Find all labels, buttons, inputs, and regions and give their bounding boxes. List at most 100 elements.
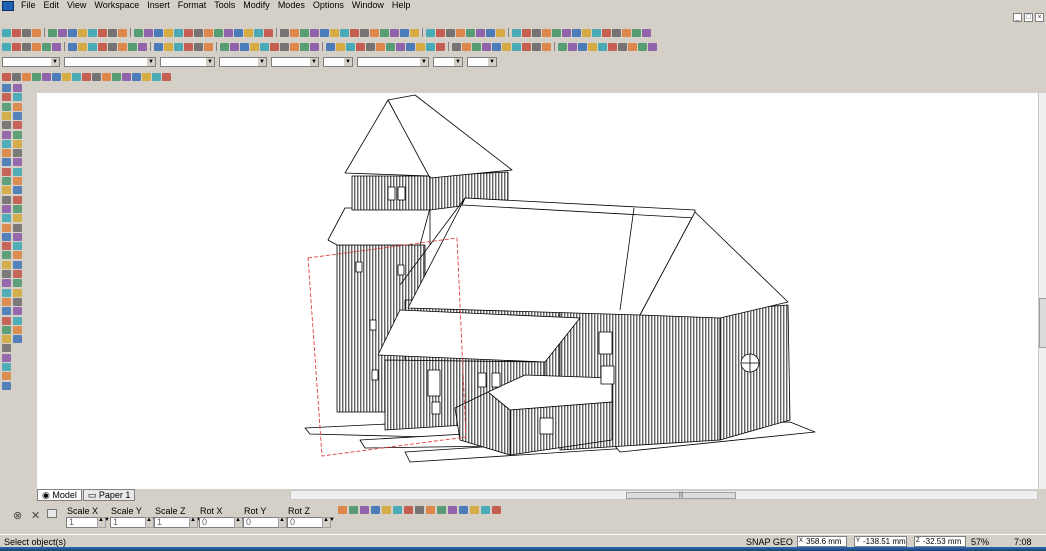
- extra-combo[interactable]: ▼: [467, 57, 497, 67]
- left-tool-icon[interactable]: [13, 242, 22, 251]
- left-tool-icon[interactable]: [2, 232, 11, 241]
- left-tool-icon[interactable]: [13, 121, 22, 130]
- left-tool-icon[interactable]: [13, 102, 22, 111]
- draw-tool-icon[interactable]: [204, 28, 213, 37]
- property-tool-icon[interactable]: [426, 506, 435, 514]
- snap-tool-icon[interactable]: [162, 72, 171, 81]
- property-tool-icon[interactable]: [448, 506, 457, 514]
- table-icon[interactable]: [47, 509, 57, 518]
- standard-tool-icon[interactable]: [32, 42, 41, 51]
- standard-tool-icon[interactable]: [128, 42, 137, 51]
- horizontal-scrollbar[interactable]: |||: [290, 490, 1038, 500]
- draw-tool-icon[interactable]: [224, 28, 233, 37]
- standard-tool-icon[interactable]: [598, 42, 607, 51]
- draw-tool-icon[interactable]: [532, 28, 541, 37]
- standard-tool-icon[interactable]: [118, 42, 127, 51]
- standard-tool-icon[interactable]: [184, 42, 193, 51]
- standard-tool-icon[interactable]: [558, 42, 567, 51]
- snap-tool-icon[interactable]: [142, 72, 151, 81]
- draw-tool-icon[interactable]: [592, 28, 601, 37]
- left-tool-icon[interactable]: [13, 297, 22, 306]
- draw-tool-icon[interactable]: [48, 28, 57, 37]
- standard-tool-icon[interactable]: [502, 42, 511, 51]
- left-tool-icon[interactable]: [13, 130, 22, 139]
- standard-tool-icon[interactable]: [2, 42, 11, 51]
- linescale-combo[interactable]: ▼: [271, 57, 319, 67]
- left-tool-icon[interactable]: [2, 279, 11, 288]
- draw-tool-icon[interactable]: [234, 28, 243, 37]
- standard-tool-icon[interactable]: [588, 42, 597, 51]
- standard-tool-icon[interactable]: [512, 42, 521, 51]
- draw-tool-icon[interactable]: [2, 28, 11, 37]
- left-tool-icon[interactable]: [13, 214, 22, 223]
- tab-paper-1[interactable]: ▭ Paper 1: [82, 489, 136, 501]
- property-tool-icon[interactable]: [371, 506, 380, 514]
- snap-mode-indicator[interactable]: SNAP GEO: [746, 537, 793, 547]
- menu-format[interactable]: Format: [174, 0, 211, 11]
- draw-tool-icon[interactable]: [582, 28, 591, 37]
- snap-tool-icon[interactable]: [32, 72, 41, 81]
- left-tool-icon[interactable]: [2, 223, 11, 232]
- draw-tool-icon[interactable]: [78, 28, 87, 37]
- scale-z-spinner[interactable]: ▲▼: [189, 517, 202, 528]
- draw-tool-icon[interactable]: [300, 28, 309, 37]
- draw-tool-icon[interactable]: [174, 28, 183, 37]
- rot-y-spinner[interactable]: ▲▼: [278, 517, 291, 528]
- drawing-canvas[interactable]: [37, 93, 1038, 489]
- left-tool-icon[interactable]: [2, 353, 11, 362]
- draw-tool-icon[interactable]: [612, 28, 621, 37]
- rot-z-spinner[interactable]: ▲▼: [322, 517, 335, 528]
- left-tool-icon[interactable]: [2, 372, 11, 381]
- property-tool-icon[interactable]: [437, 506, 446, 514]
- draw-tool-icon[interactable]: [194, 28, 203, 37]
- draw-tool-icon[interactable]: [552, 28, 561, 37]
- draw-tool-icon[interactable]: [184, 28, 193, 37]
- left-tool-icon[interactable]: [2, 130, 11, 139]
- draw-tool-icon[interactable]: [12, 28, 21, 37]
- property-tool-icon[interactable]: [349, 506, 358, 514]
- left-tool-icon[interactable]: [13, 325, 22, 334]
- draw-tool-icon[interactable]: [390, 28, 399, 37]
- left-tool-icon[interactable]: [2, 214, 11, 223]
- standard-tool-icon[interactable]: [578, 42, 587, 51]
- snap-tool-icon[interactable]: [102, 72, 111, 81]
- draw-tool-icon[interactable]: [446, 28, 455, 37]
- standard-tool-icon[interactable]: [472, 42, 481, 51]
- left-tool-icon[interactable]: [13, 288, 22, 297]
- draw-tool-icon[interactable]: [164, 28, 173, 37]
- standard-tool-icon[interactable]: [436, 42, 445, 51]
- left-tool-icon[interactable]: [2, 195, 11, 204]
- draw-tool-icon[interactable]: [320, 28, 329, 37]
- left-tool-icon[interactable]: [13, 335, 22, 344]
- menu-modify[interactable]: Modify: [239, 0, 274, 11]
- pick-icon[interactable]: ⊗: [13, 509, 22, 522]
- left-tool-icon[interactable]: [13, 251, 22, 260]
- menu-window[interactable]: Window: [348, 0, 388, 11]
- standard-tool-icon[interactable]: [138, 42, 147, 51]
- standard-tool-icon[interactable]: [542, 42, 551, 51]
- left-tool-icon[interactable]: [13, 270, 22, 278]
- draw-tool-icon[interactable]: [310, 28, 319, 37]
- snap-tool-icon[interactable]: [92, 72, 101, 81]
- property-tool-icon[interactable]: [459, 506, 468, 514]
- property-tool-icon[interactable]: [393, 506, 402, 514]
- draw-tool-icon[interactable]: [360, 28, 369, 37]
- standard-tool-icon[interactable]: [628, 42, 637, 51]
- draw-tool-icon[interactable]: [134, 28, 143, 37]
- draw-tool-icon[interactable]: [68, 28, 77, 37]
- left-tool-icon[interactable]: [13, 158, 22, 167]
- draw-tool-icon[interactable]: [456, 28, 465, 37]
- standard-tool-icon[interactable]: [280, 42, 289, 51]
- draw-tool-icon[interactable]: [476, 28, 485, 37]
- left-tool-icon[interactable]: [2, 307, 11, 316]
- minimize-button[interactable]: _: [1013, 13, 1022, 22]
- menu-edit[interactable]: Edit: [40, 0, 64, 11]
- color-combo[interactable]: ▼: [64, 57, 156, 67]
- draw-tool-icon[interactable]: [410, 28, 419, 37]
- draw-tool-icon[interactable]: [88, 28, 97, 37]
- snap-tool-icon[interactable]: [62, 72, 71, 81]
- restore-button[interactable]: □: [1024, 13, 1033, 22]
- menu-modes[interactable]: Modes: [274, 0, 309, 11]
- left-tool-icon[interactable]: [13, 232, 22, 241]
- draw-tool-icon[interactable]: [542, 28, 551, 37]
